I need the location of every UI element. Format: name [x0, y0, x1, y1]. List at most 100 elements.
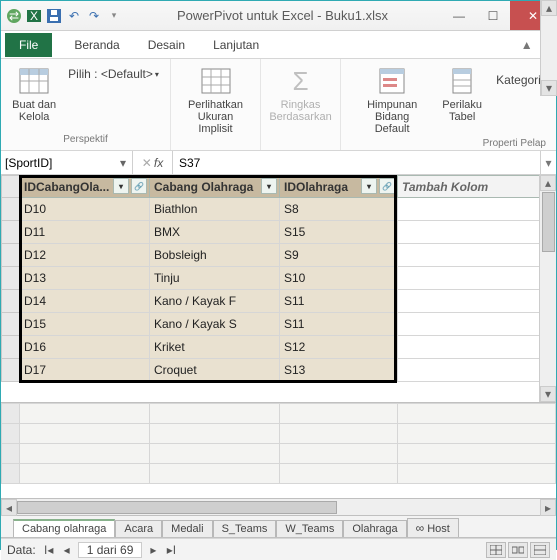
- sheet-tab[interactable]: Medali: [162, 520, 212, 537]
- table-row[interactable]: D14Kano / Kayak FS11: [2, 290, 556, 313]
- cell[interactable]: D16: [20, 336, 150, 359]
- link-icon[interactable]: 🔗: [379, 178, 395, 194]
- fx-icon[interactable]: fx: [154, 156, 163, 170]
- table-row[interactable]: D10BiathlonS8: [2, 198, 556, 221]
- row-header[interactable]: [2, 313, 20, 336]
- grid-icon: [200, 65, 232, 97]
- row-header[interactable]: [2, 267, 20, 290]
- row-header[interactable]: [2, 336, 20, 359]
- scroll-left-icon[interactable]: ◂: [1, 499, 17, 516]
- cell[interactable]: D13: [20, 267, 150, 290]
- show-implicit-button[interactable]: Perlihatkan Ukuran Implisit: [177, 63, 254, 137]
- scroll-thumb[interactable]: [17, 501, 337, 514]
- row-header[interactable]: [2, 244, 20, 267]
- cell[interactable]: S8: [280, 198, 398, 221]
- row-header[interactable]: [2, 198, 20, 221]
- advanced-tab[interactable]: Lanjutan: [199, 33, 273, 57]
- redo-icon[interactable]: ↷: [85, 7, 103, 25]
- add-column[interactable]: Tambah Kolom: [398, 176, 556, 198]
- table-row[interactable]: D12BobsleighS9: [2, 244, 556, 267]
- cell[interactable]: D14: [20, 290, 150, 313]
- data-grid[interactable]: IDCabangOla...🔗▾ Cabang Olahraga▾ IDOlah…: [1, 175, 556, 403]
- cancel-icon[interactable]: ✕: [142, 156, 152, 170]
- file-tab[interactable]: File: [5, 33, 52, 57]
- table-row[interactable]: D17CroquetS13: [2, 359, 556, 382]
- scroll-up-icon[interactable]: ▴: [540, 175, 556, 191]
- name-box-input[interactable]: [5, 156, 118, 170]
- sheet-tab[interactable]: Olahraga: [343, 520, 406, 537]
- link-icon[interactable]: 🔗: [131, 178, 147, 194]
- cell[interactable]: [398, 244, 556, 267]
- table-row[interactable]: D15Kano / Kayak SS11: [2, 313, 556, 336]
- filter-icon[interactable]: ▾: [261, 178, 277, 194]
- cell[interactable]: Biathlon: [150, 198, 280, 221]
- cell[interactable]: Kano / Kayak S: [150, 313, 280, 336]
- expand-formula-icon[interactable]: ▾: [540, 151, 556, 174]
- sheet-tab[interactable]: Cabang olahraga: [13, 519, 115, 537]
- name-box[interactable]: ▾: [1, 151, 133, 174]
- sheet-tab[interactable]: ∞ Host: [407, 518, 459, 537]
- undo-icon[interactable]: ↶: [65, 7, 83, 25]
- filter-icon[interactable]: ▾: [361, 178, 377, 194]
- cell[interactable]: Croquet: [150, 359, 280, 382]
- sheet-tab[interactable]: Acara: [115, 520, 162, 537]
- column-header-c3[interactable]: IDOlahraga🔗▾: [280, 176, 398, 198]
- column-header-c2[interactable]: Cabang Olahraga▾: [150, 176, 280, 198]
- horizontal-scrollbar[interactable]: ◂ ▸: [1, 499, 556, 516]
- cell[interactable]: [398, 359, 556, 382]
- table-row[interactable]: D13TinjuS10: [2, 267, 556, 290]
- cell[interactable]: BMX: [150, 221, 280, 244]
- home-tab[interactable]: Beranda: [60, 33, 133, 57]
- cell[interactable]: S12: [280, 336, 398, 359]
- formula-input[interactable]: [179, 156, 534, 170]
- sheet-tab[interactable]: S_Teams: [213, 520, 277, 537]
- table-row[interactable]: D16KriketS12: [2, 336, 556, 359]
- design-tab[interactable]: Desain: [134, 33, 199, 57]
- save-icon[interactable]: [45, 7, 63, 25]
- vertical-scrollbar[interactable]: ▴ ▾: [539, 175, 556, 402]
- cell[interactable]: D12: [20, 244, 150, 267]
- row-header[interactable]: [2, 290, 20, 313]
- cell[interactable]: Tinju: [150, 267, 280, 290]
- cell[interactable]: [398, 221, 556, 244]
- cell[interactable]: S10: [280, 267, 398, 290]
- column-header-c1[interactable]: IDCabangOla...🔗▾: [20, 176, 150, 198]
- table-row[interactable]: D11BMXS15: [2, 221, 556, 244]
- calc-area[interactable]: ▴ ▾: [1, 403, 556, 499]
- cell[interactable]: S11: [280, 290, 398, 313]
- scroll-right-icon[interactable]: ▸: [540, 499, 556, 516]
- select-all-corner[interactable]: [2, 176, 20, 198]
- cell[interactable]: [398, 267, 556, 290]
- cell[interactable]: [398, 290, 556, 313]
- cell[interactable]: D11: [20, 221, 150, 244]
- cell[interactable]: D15: [20, 313, 150, 336]
- scroll-thumb[interactable]: [542, 192, 555, 252]
- qat-dropdown-icon[interactable]: ▾: [105, 7, 123, 25]
- build-manage-button[interactable]: Buat dan Kelola: [8, 63, 60, 125]
- cell[interactable]: [398, 198, 556, 221]
- cell[interactable]: [398, 313, 556, 336]
- cell[interactable]: D17: [20, 359, 150, 382]
- excel-icon[interactable]: X: [25, 7, 43, 25]
- cell[interactable]: S11: [280, 313, 398, 336]
- cell[interactable]: D10: [20, 198, 150, 221]
- cell[interactable]: Kriket: [150, 336, 280, 359]
- row-header[interactable]: [2, 359, 20, 382]
- filter-icon[interactable]: ▾: [113, 178, 129, 194]
- cell[interactable]: S15: [280, 221, 398, 244]
- table-behavior-button[interactable]: Perilaku Tabel: [436, 63, 488, 125]
- cell[interactable]: [398, 336, 556, 359]
- cell[interactable]: Kano / Kayak F: [150, 290, 280, 313]
- select-default-dropdown[interactable]: Pilih : <Default> ▾: [64, 63, 163, 85]
- sheet-tab[interactable]: W_Teams: [276, 520, 343, 537]
- scroll-down-icon[interactable]: ▾: [540, 386, 556, 402]
- cell[interactable]: Bobsleigh: [150, 244, 280, 267]
- chevron-down-icon[interactable]: ▾: [118, 156, 128, 170]
- default-field-set-button[interactable]: Himpunan Bidang Default: [352, 63, 432, 137]
- minimize-button[interactable]: —: [442, 1, 476, 30]
- maximize-button[interactable]: ☐: [476, 1, 510, 30]
- cell[interactable]: S9: [280, 244, 398, 267]
- row-header[interactable]: [2, 221, 20, 244]
- collapse-ribbon-icon[interactable]: ▲: [521, 38, 533, 52]
- cell[interactable]: S13: [280, 359, 398, 382]
